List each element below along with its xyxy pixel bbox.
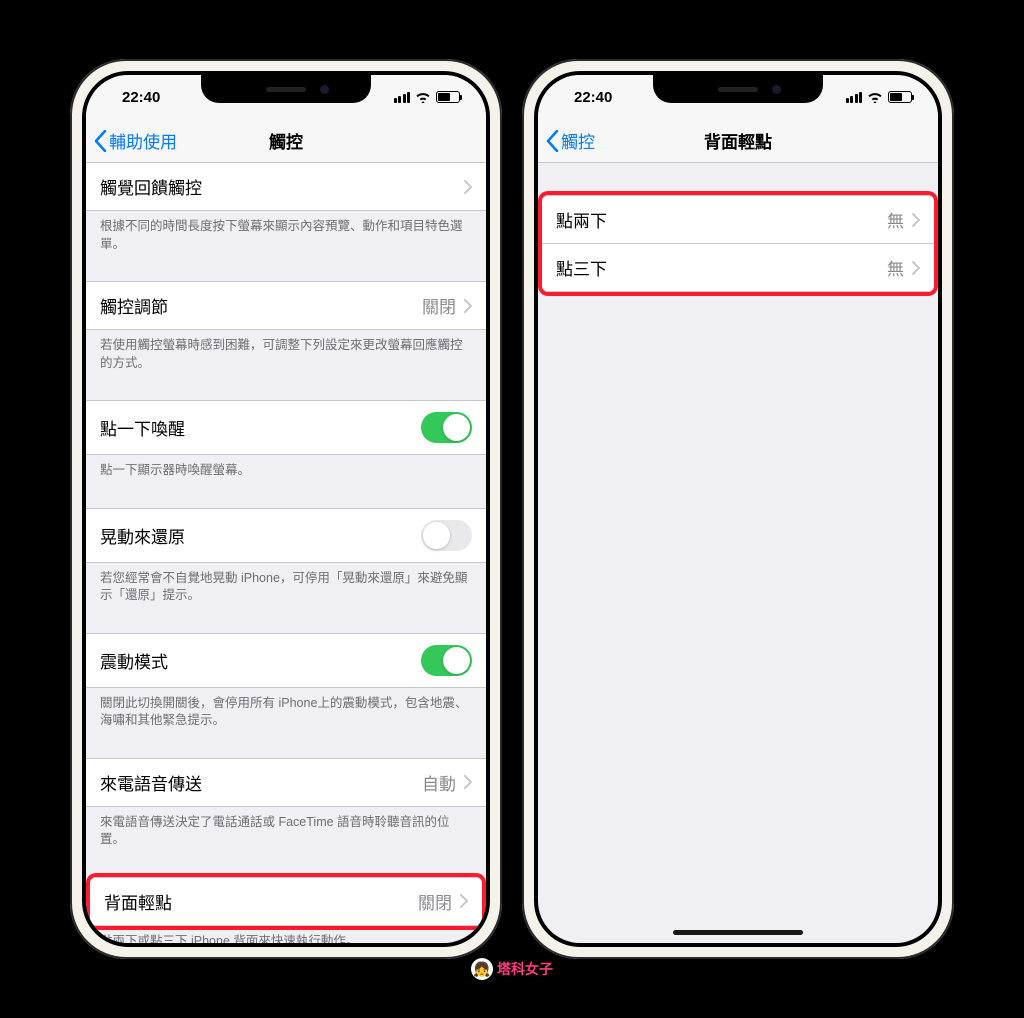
settings-group: 晃動來還原 bbox=[86, 508, 486, 563]
double-tap-cell[interactable]: 點兩下 無 bbox=[542, 195, 934, 244]
cell-label: 點一下喚醒 bbox=[100, 415, 185, 440]
cellular-signal-icon bbox=[846, 92, 863, 103]
status-time: 22:40 bbox=[574, 89, 612, 106]
settings-group: 來電語音傳送 自動 bbox=[86, 758, 486, 807]
phone-bezel: 22:40 輔助使用 觸控 觸覺回饋觸控 bbox=[82, 71, 490, 947]
back-label: 輔助使用 bbox=[109, 128, 177, 153]
phone-mockup-right: 22:40 觸控 背面輕點 點兩下 無 bbox=[522, 59, 954, 959]
chevron-left-icon bbox=[94, 130, 107, 152]
group-footer: 關閉此切換開關後，會停用所有 iPhone上的震動模式，包含地震、海嘯和其他緊急… bbox=[86, 688, 486, 730]
back-label: 觸控 bbox=[561, 128, 595, 153]
back-button[interactable]: 觸控 bbox=[546, 128, 595, 153]
wifi-icon bbox=[867, 91, 883, 103]
chevron-right-icon bbox=[460, 894, 468, 908]
chevron-right-icon bbox=[912, 213, 920, 227]
battery-icon bbox=[888, 91, 912, 103]
settings-group: 點一下喚醒 bbox=[86, 400, 486, 455]
cell-label: 觸覺回饋觸控 bbox=[100, 174, 202, 199]
back-tap-cell[interactable]: 背面輕點 關閉 bbox=[90, 877, 482, 926]
chevron-right-icon bbox=[464, 775, 472, 789]
group-footer: 若您經常會不自覺地晃動 iPhone，可停用「晃動來還原」來避免顯示「還原」提示… bbox=[86, 563, 486, 605]
wifi-icon bbox=[415, 91, 431, 103]
nav-bar: 輔助使用 觸控 bbox=[86, 119, 486, 163]
vibration-toggle[interactable] bbox=[421, 645, 472, 676]
group-footer: 根據不同的時間長度按下螢幕來顯示內容預覽、動作和項目特色選單。 bbox=[86, 211, 486, 253]
haptic-touch-cell[interactable]: 觸覺回饋觸控 bbox=[86, 163, 486, 211]
tap-to-wake-cell[interactable]: 點一下喚醒 bbox=[86, 400, 486, 455]
group-footer: 點兩下或點三下 iPhone 背面來快速執行動作。 bbox=[86, 926, 486, 944]
notch-speaker bbox=[718, 87, 758, 92]
status-time: 22:40 bbox=[122, 89, 160, 106]
chevron-right-icon bbox=[912, 261, 920, 275]
notch-speaker bbox=[266, 87, 306, 92]
phone-bezel: 22:40 觸控 背面輕點 點兩下 無 bbox=[534, 71, 942, 947]
watermark: 👧 塔科女子 bbox=[471, 958, 553, 980]
phone-mockup-left: 22:40 輔助使用 觸控 觸覺回饋觸控 bbox=[70, 59, 502, 959]
cell-label: 點三下 bbox=[556, 255, 607, 280]
touch-accommodations-cell[interactable]: 觸控調節 關閉 bbox=[86, 281, 486, 330]
cell-label: 晃動來還原 bbox=[100, 523, 185, 548]
shake-to-undo-toggle[interactable] bbox=[421, 520, 472, 551]
cell-label: 點兩下 bbox=[556, 207, 607, 232]
cell-label: 背面輕點 bbox=[104, 889, 172, 914]
notch-camera bbox=[772, 85, 781, 94]
phone-screen: 22:40 輔助使用 觸控 觸覺回饋觸控 bbox=[86, 75, 486, 943]
nav-title: 觸控 bbox=[269, 128, 303, 153]
notch-camera bbox=[320, 85, 329, 94]
group-footer: 若使用觸控螢幕時感到困難，可調整下列設定來更改螢幕回應觸控的方式。 bbox=[86, 330, 486, 372]
back-button[interactable]: 輔助使用 bbox=[94, 128, 177, 153]
cell-label: 來電語音傳送 bbox=[100, 770, 202, 795]
cell-value: 無 bbox=[887, 255, 904, 280]
status-icons bbox=[394, 91, 461, 103]
phone-notch bbox=[201, 75, 371, 103]
triple-tap-cell[interactable]: 點三下 無 bbox=[542, 244, 934, 292]
chevron-left-icon bbox=[546, 130, 559, 152]
cell-label: 震動模式 bbox=[100, 648, 168, 673]
settings-group: 觸覺回饋觸控 bbox=[86, 163, 486, 211]
home-indicator[interactable] bbox=[673, 930, 803, 935]
settings-group: 觸控調節 關閉 bbox=[86, 281, 486, 330]
nav-bar: 觸控 背面輕點 bbox=[538, 119, 938, 163]
settings-content[interactable]: 點兩下 無 點三下 無 bbox=[538, 163, 938, 943]
cellular-signal-icon bbox=[394, 92, 411, 103]
status-icons bbox=[846, 91, 913, 103]
cell-label: 觸控調節 bbox=[100, 293, 168, 318]
back-tap-group-highlighted: 背面輕點 關閉 bbox=[90, 877, 482, 926]
chevron-right-icon bbox=[464, 299, 472, 313]
watermark-icon: 👧 bbox=[471, 958, 493, 980]
shake-to-undo-cell[interactable]: 晃動來還原 bbox=[86, 508, 486, 563]
phone-notch bbox=[653, 75, 823, 103]
watermark-text: 塔科女子 bbox=[497, 959, 553, 979]
cell-value: 自動 bbox=[422, 770, 456, 795]
settings-group: 震動模式 bbox=[86, 633, 486, 688]
back-tap-options-group-highlighted: 點兩下 無 點三下 無 bbox=[542, 195, 934, 292]
cell-value: 關閉 bbox=[418, 889, 452, 914]
call-audio-routing-cell[interactable]: 來電語音傳送 自動 bbox=[86, 758, 486, 807]
group-footer: 來電語音傳送決定了電話通話或 FaceTime 語音時聆聽音訊的位置。 bbox=[86, 807, 486, 849]
battery-icon bbox=[436, 91, 460, 103]
settings-content[interactable]: 觸覺回饋觸控 根據不同的時間長度按下螢幕來顯示內容預覽、動作和項目特色選單。 觸… bbox=[86, 163, 486, 943]
cell-value: 無 bbox=[887, 207, 904, 232]
chevron-right-icon bbox=[464, 180, 472, 194]
cell-value: 關閉 bbox=[422, 293, 456, 318]
tap-to-wake-toggle[interactable] bbox=[421, 412, 472, 443]
vibration-cell[interactable]: 震動模式 bbox=[86, 633, 486, 688]
nav-title: 背面輕點 bbox=[704, 128, 772, 153]
group-footer: 點一下顯示器時喚醒螢幕。 bbox=[86, 455, 486, 480]
phone-screen: 22:40 觸控 背面輕點 點兩下 無 bbox=[538, 75, 938, 943]
